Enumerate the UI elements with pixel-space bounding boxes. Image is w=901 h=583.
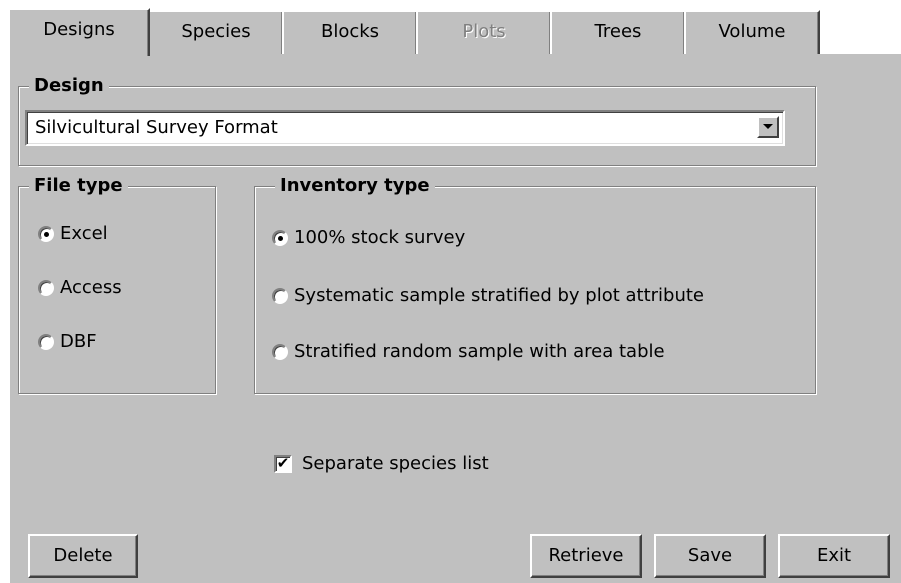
tab-label: Trees	[594, 21, 642, 42]
radio-label: Stratified random sample with area table	[294, 341, 665, 362]
tab-designs[interactable]: Designs	[8, 8, 150, 56]
chevron-down-icon[interactable]	[757, 116, 779, 138]
checkbox-label: Separate species list	[302, 453, 489, 474]
tab-strip: Designs Species Blocks Plots Trees Volum…	[8, 8, 901, 56]
tab-plots: Plots	[416, 10, 552, 54]
tab-trees[interactable]: Trees	[550, 10, 686, 54]
radio-label: Systematic sample stratified by plot att…	[294, 285, 705, 306]
tab-label: Species	[181, 21, 251, 42]
design-select[interactable]: Silvicultural Survey Format	[25, 110, 785, 146]
checkbox-checked-icon[interactable]: ✔	[274, 455, 292, 473]
save-button[interactable]: Save	[654, 534, 766, 578]
radio-unselected-icon[interactable]	[272, 288, 288, 304]
design-select-value: Silvicultural Survey Format	[35, 117, 278, 138]
file-type-group-title: File type	[29, 174, 128, 198]
designs-dialog: Designs Species Blocks Plots Trees Volum…	[0, 0, 901, 583]
radio-label: Access	[60, 277, 122, 298]
radio-unselected-icon[interactable]	[38, 334, 54, 350]
tab-label: Plots	[462, 21, 506, 42]
tab-species[interactable]: Species	[148, 10, 284, 54]
inventory-type-group-title: Inventory type	[275, 174, 435, 198]
radio-label: DBF	[60, 331, 97, 352]
tab-label: Volume	[718, 21, 786, 42]
tab-blocks[interactable]: Blocks	[282, 10, 418, 54]
radio-unselected-icon[interactable]	[272, 344, 288, 360]
tab-label: Designs	[43, 19, 115, 40]
exit-button[interactable]: Exit	[778, 534, 890, 578]
radio-label: Excel	[60, 223, 108, 244]
delete-button[interactable]: Delete	[28, 534, 138, 578]
radio-unselected-icon[interactable]	[38, 280, 54, 296]
radio-selected-icon[interactable]	[272, 230, 288, 246]
design-group-title: Design	[29, 74, 109, 98]
tab-volume[interactable]: Volume	[684, 10, 820, 54]
retrieve-button[interactable]: Retrieve	[530, 534, 642, 578]
radio-label: 100% stock survey	[294, 227, 466, 248]
tab-label: Blocks	[320, 21, 380, 42]
radio-selected-icon[interactable]	[38, 226, 54, 242]
